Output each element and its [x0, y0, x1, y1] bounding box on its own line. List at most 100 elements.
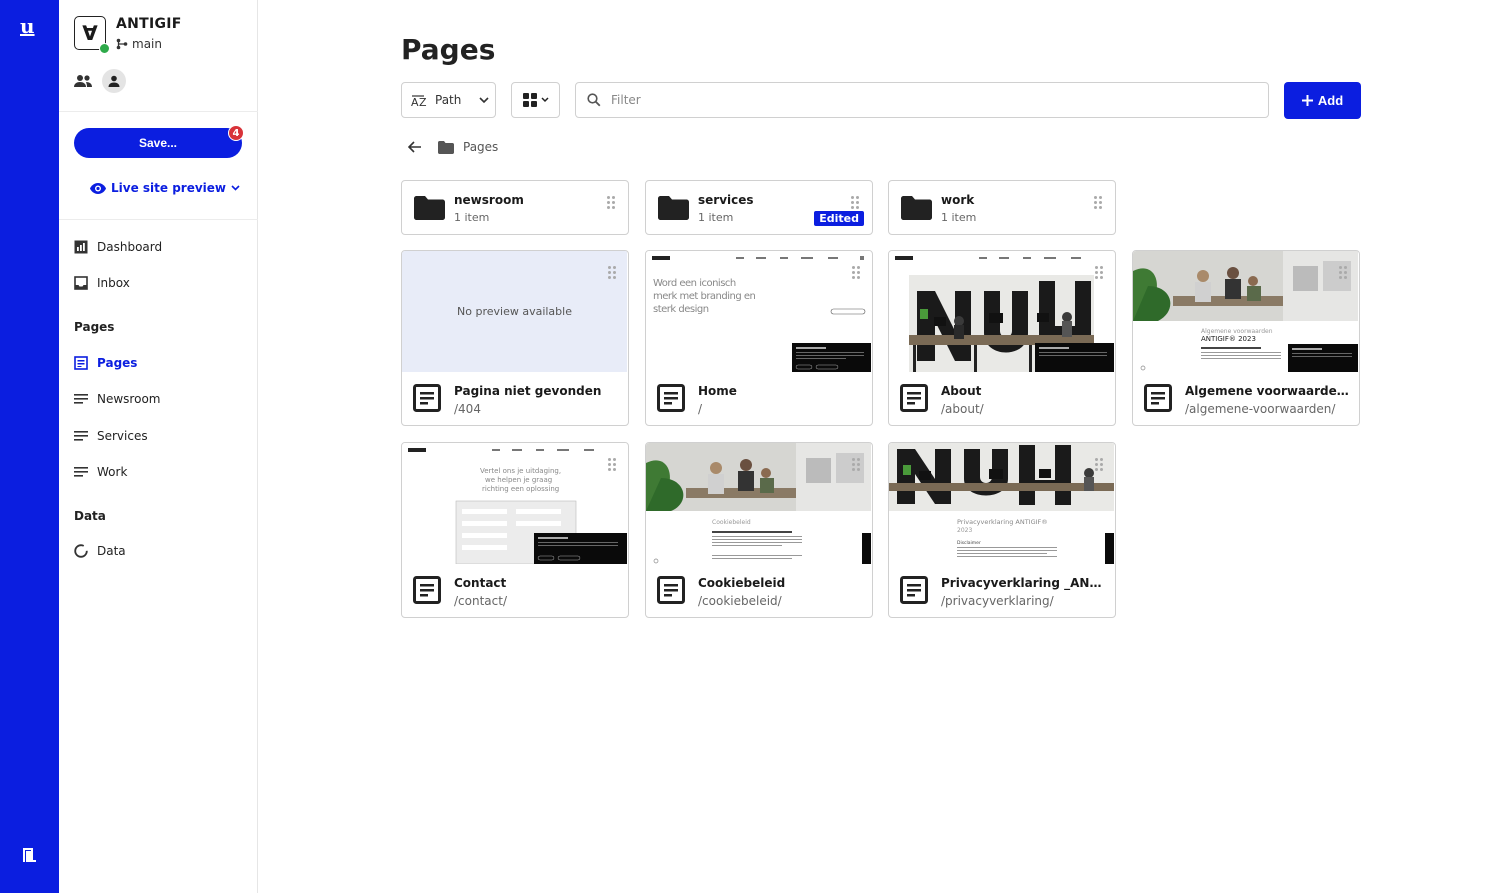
branch-selector[interactable]: main	[116, 37, 162, 51]
page-card-about[interactable]: About /about/	[888, 250, 1116, 426]
sidebar-item-newsroom[interactable]: Newsroom	[74, 389, 160, 409]
back-arrow-icon[interactable]	[408, 141, 422, 153]
sidebar-item-label: Data	[97, 544, 126, 558]
plus-icon	[1301, 95, 1313, 106]
sidebar-item-label: Inbox	[97, 276, 130, 290]
breadcrumb: Pages	[408, 140, 498, 154]
drag-handle-icon[interactable]	[852, 266, 860, 279]
section-heading-pages: Pages	[74, 320, 115, 334]
page-preview-thumbnail: Vertel ons je uitdaging, we helpen je gr…	[402, 443, 627, 564]
drag-handle-icon[interactable]	[851, 196, 859, 209]
live-preview-dropdown[interactable]: Live site preview	[90, 181, 240, 195]
sidebar-item-label: Newsroom	[97, 392, 161, 406]
save-button[interactable]: Save...	[74, 128, 242, 158]
sidebar-item-services[interactable]: Services	[74, 426, 148, 446]
page-name: Contact	[454, 576, 507, 590]
sort-label: Path	[435, 93, 462, 107]
folder-icon	[414, 196, 445, 220]
sidebar-item-work[interactable]: Work	[74, 462, 127, 482]
drag-handle-icon[interactable]	[1095, 266, 1103, 279]
page-name: Cookiebeleid	[698, 576, 786, 590]
office-photo-thumbnail	[895, 256, 1114, 372]
thumbnail-text: ANTIGIF® 2023	[1201, 335, 1256, 343]
office-photo-thumbnail: Privacyverklaring ANTIGIF® 2023 Disclaim…	[889, 443, 1114, 564]
page-icon	[900, 576, 928, 604]
user-avatar[interactable]	[102, 69, 126, 93]
sidebar-item-label: Services	[97, 429, 148, 443]
list-icon	[74, 431, 88, 441]
filter-input[interactable]	[611, 93, 1211, 107]
folder-card-newsroom[interactable]: newsroom 1 item	[401, 180, 629, 235]
page-card-contact[interactable]: Vertel ons je uitdaging, we helpen je gr…	[401, 442, 629, 618]
sidebar-item-label: Dashboard	[97, 240, 163, 254]
page-path: /404	[454, 402, 481, 416]
sidebar-item-inbox[interactable]: Inbox	[74, 273, 130, 293]
drag-handle-icon[interactable]	[1339, 266, 1347, 279]
filter-field[interactable]	[575, 82, 1269, 118]
folder-icon	[658, 196, 689, 220]
project-name: ANTIGIF	[116, 16, 182, 32]
page-card-algemene-voorwaarden[interactable]: Algemene voorwaarden ANTIGIF® 2023 Algem…	[1132, 250, 1360, 426]
dashboard-icon	[74, 240, 88, 254]
drag-handle-icon[interactable]	[852, 458, 860, 471]
thumbnail-text: Vertel ons je uitdaging,	[480, 467, 561, 475]
divider	[59, 219, 258, 220]
inbox-icon	[74, 276, 88, 290]
section-heading-data: Data	[74, 509, 106, 523]
page-icon	[657, 576, 685, 604]
team-icon[interactable]	[74, 74, 92, 88]
app-logo[interactable]: u	[20, 14, 35, 38]
sidebar-item-label: Pages	[97, 356, 138, 370]
folder-icon	[438, 140, 454, 154]
sidebar: ∀ ANTIGIF main Save... 4 Live site previ…	[59, 0, 258, 893]
page-path: /contact/	[454, 594, 507, 608]
folder-card-work[interactable]: work 1 item	[888, 180, 1116, 235]
breadcrumb-item[interactable]: Pages	[463, 140, 498, 154]
page-path: /privacyverklaring/	[941, 594, 1054, 608]
branch-icon	[116, 38, 128, 50]
folder-count: 1 item	[698, 211, 734, 224]
page-icon	[900, 384, 928, 412]
drag-handle-icon[interactable]	[608, 266, 616, 279]
page-preview-thumbnail: Cookiebeleid	[646, 443, 871, 564]
page-preview-placeholder: No preview available	[402, 251, 627, 372]
folder-name: work	[941, 193, 975, 207]
exit-icon[interactable]	[21, 847, 37, 863]
page-card-404[interactable]: No preview available Pagina niet gevonde…	[401, 250, 629, 426]
page-name: Algemene voorwaarden _A...	[1185, 384, 1350, 398]
page-icon	[657, 384, 685, 412]
thumbnail-text: 2023	[957, 527, 972, 534]
folder-card-services[interactable]: services 1 item Edited	[645, 180, 873, 235]
drag-handle-icon[interactable]	[608, 458, 616, 471]
page-card-home[interactable]: Word een iconisch merk met branding en s…	[645, 250, 873, 426]
page-preview-thumbnail	[889, 251, 1114, 372]
page-icon	[413, 576, 441, 604]
thumbnail-headline: Word een iconisch merk met branding en s…	[653, 278, 758, 315]
page-preview-thumbnail: Privacyverklaring ANTIGIF® 2023 Disclaim…	[889, 443, 1114, 564]
page-name: Privacyverklaring _ANTIGIF...	[941, 576, 1106, 590]
page-card-cookiebeleid[interactable]: Cookiebeleid Cookiebeleid /cookiebeleid/	[645, 442, 873, 618]
search-icon	[587, 93, 601, 107]
page-preview-thumbnail: Word een iconisch merk met branding en s…	[646, 251, 871, 372]
drag-handle-icon[interactable]	[1095, 458, 1103, 471]
sidebar-item-data[interactable]: Data	[74, 541, 126, 561]
sort-dropdown[interactable]: AZ Path	[401, 82, 496, 118]
data-icon	[74, 544, 88, 558]
sidebar-item-dashboard[interactable]: Dashboard	[74, 237, 162, 257]
edited-badge: Edited	[814, 211, 864, 226]
page-icon	[1144, 384, 1172, 412]
svg-text:A: A	[411, 96, 419, 107]
add-label: Add	[1317, 93, 1344, 108]
sidebar-item-pages[interactable]: Pages	[74, 353, 137, 373]
chevron-down-icon	[479, 96, 489, 103]
project-logo[interactable]: ∀	[74, 16, 110, 54]
page-path: /algemene-voorwaarden/	[1185, 402, 1336, 416]
view-mode-dropdown[interactable]	[511, 82, 560, 118]
drag-handle-icon[interactable]	[607, 196, 615, 209]
drag-handle-icon[interactable]	[1094, 196, 1102, 209]
add-button[interactable]: Add	[1284, 82, 1361, 119]
folder-name: newsroom	[454, 193, 524, 207]
folder-name: services	[698, 193, 754, 207]
page-title: Pages	[401, 33, 496, 66]
page-card-privacyverklaring[interactable]: Privacyverklaring ANTIGIF® 2023 Disclaim…	[888, 442, 1116, 618]
